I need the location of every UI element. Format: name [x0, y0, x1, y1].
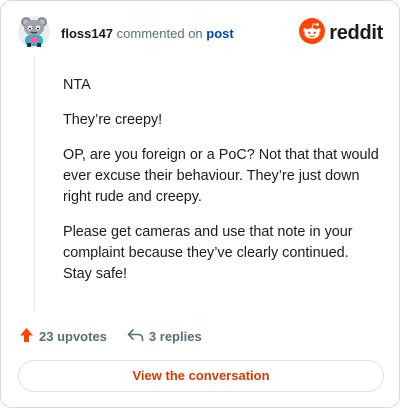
reddit-logo-icon — [299, 17, 326, 49]
username-link[interactable]: floss147 — [61, 26, 113, 41]
view-conversation-button[interactable]: View the conversation — [18, 360, 384, 392]
comment-embed-card: floss147 commented on post reddit NTA Th… — [0, 0, 400, 408]
comment-actions: 23 upvotes 3 replies — [19, 326, 202, 346]
comment-byline: floss147 commented on post — [61, 26, 234, 42]
replies-count[interactable]: 3 replies — [127, 328, 202, 345]
reddit-wordmark: reddit — [329, 21, 383, 44]
comment-paragraph: They’re creepy! — [63, 112, 163, 128]
thread-line — [34, 57, 35, 310]
comment-header: floss147 commented on post reddit — [17, 15, 385, 53]
snoo-avatar-icon[interactable] — [17, 15, 51, 49]
comment-paragraph: Please get cameras and use that note in … — [63, 224, 353, 282]
upvote-count[interactable]: 23 upvotes — [19, 327, 107, 346]
replies-label: 3 replies — [148, 328, 202, 344]
upvote-label: 23 upvotes — [39, 328, 107, 344]
reply-arrow-icon — [127, 328, 149, 345]
upvote-arrow-icon — [19, 327, 39, 346]
post-link[interactable]: post — [206, 26, 233, 41]
commented-on-label: commented on — [116, 26, 203, 41]
comment-paragraph: NTA — [63, 77, 91, 93]
comment-body: NTA They’re creepy! OP, are you foreign … — [63, 75, 381, 299]
reddit-brand[interactable]: reddit — [299, 17, 383, 49]
comment-paragraph: OP, are you foreign or a PoC? Not that t… — [63, 147, 379, 205]
